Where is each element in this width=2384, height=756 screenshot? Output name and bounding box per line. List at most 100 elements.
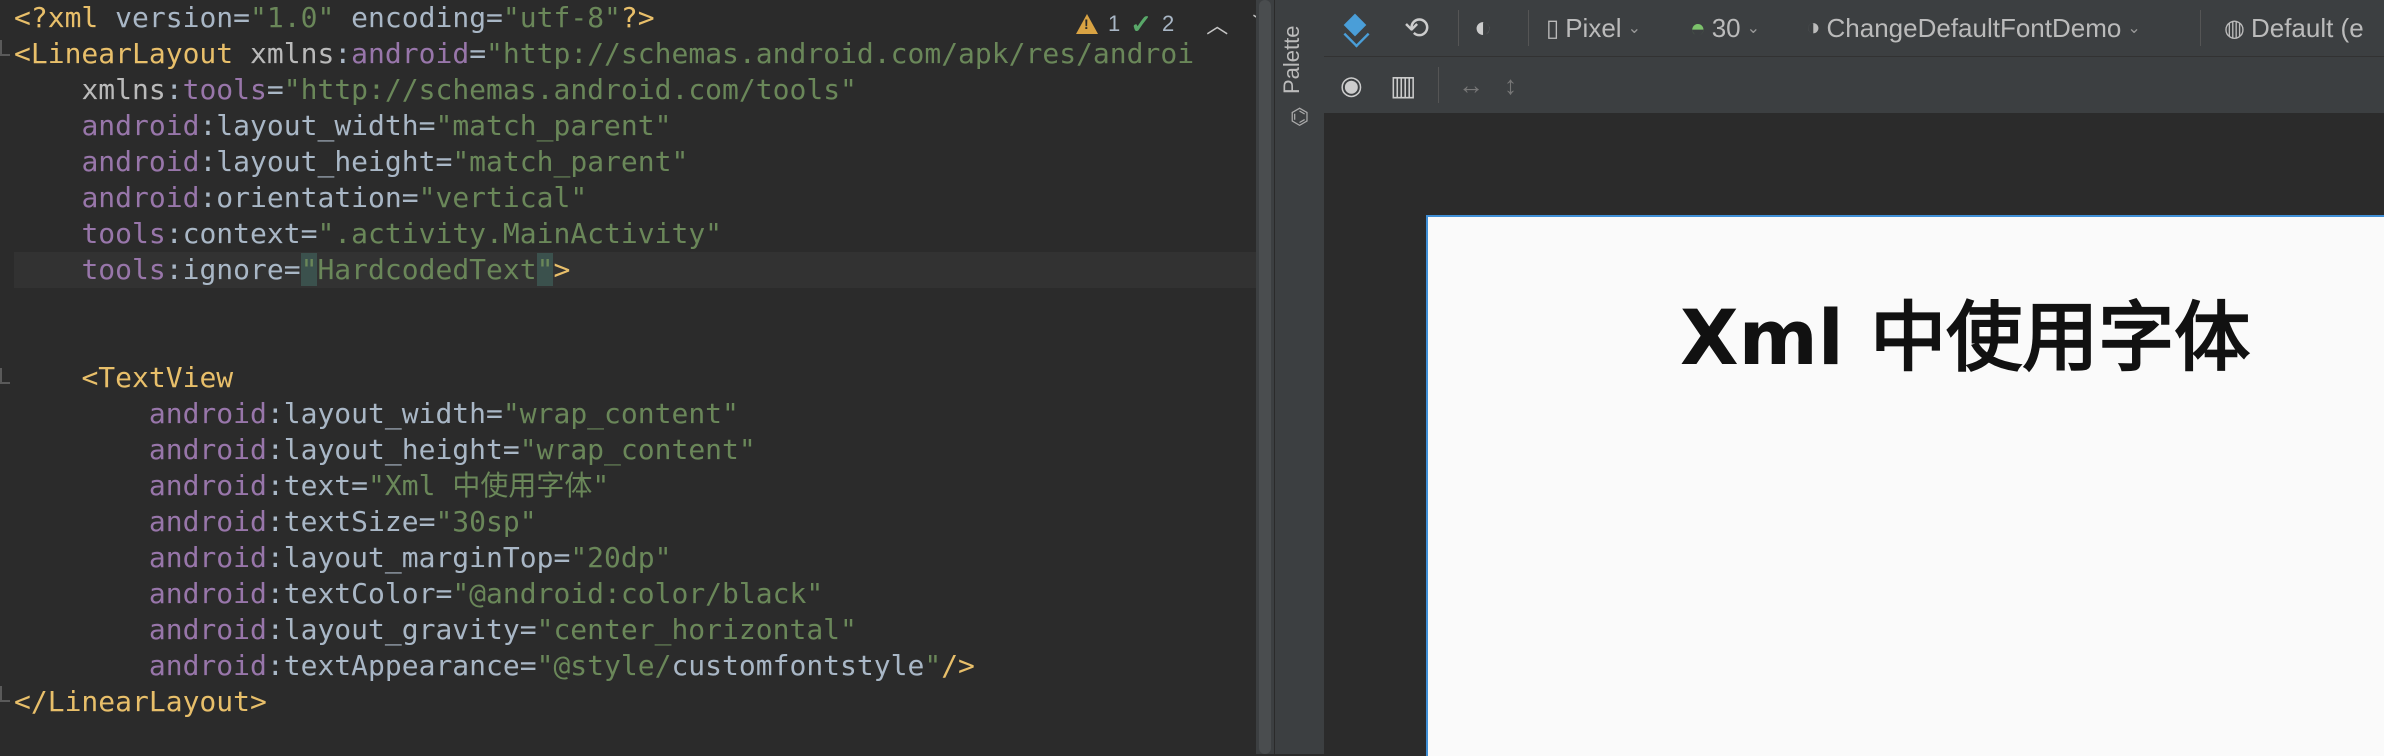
code-token: android bbox=[148, 505, 267, 538]
code-line[interactable]: android:textColor="@android:color/black" bbox=[14, 576, 1256, 612]
code-token: "20dp" bbox=[570, 541, 672, 574]
fold-marker[interactable] bbox=[0, 686, 10, 702]
inspection-widget[interactable]: 1 ✓ 2 ︿ ﹀ bbox=[1076, 6, 1274, 42]
fold-marker[interactable] bbox=[0, 368, 10, 384]
code-token: = bbox=[233, 1, 251, 34]
chevron-down-icon: ⌄ bbox=[1746, 20, 1761, 37]
android-icon: ◓ bbox=[1690, 12, 1706, 43]
code-token: "match_parent" bbox=[452, 145, 689, 178]
code-line[interactable]: <TextView bbox=[14, 360, 1256, 396]
resize-horizontal-button[interactable]: ↔ bbox=[1458, 57, 1484, 113]
theme-label: ChangeDefaultFontDemo bbox=[1826, 12, 2122, 43]
code-token: : bbox=[334, 37, 352, 70]
vertical-arrows-icon: ↕ bbox=[1504, 69, 1517, 100]
preview-textview[interactable]: Xml 中使用字体 bbox=[1680, 276, 2250, 386]
code-token: :context= bbox=[165, 217, 318, 250]
code-token: android bbox=[81, 109, 200, 142]
code-line[interactable]: tools:ignore="HardcodedText"> bbox=[14, 252, 1256, 288]
code-line[interactable]: android:layout_gravity="center_horizonta… bbox=[14, 612, 1256, 648]
code-line[interactable]: </LinearLayout> bbox=[14, 684, 1256, 720]
code-token: = bbox=[469, 37, 487, 70]
fold-marker[interactable] bbox=[0, 40, 10, 56]
palette-tab[interactable]: Palette bbox=[1279, 26, 1305, 95]
code-line[interactable]: android:layout_height="match_parent" bbox=[14, 144, 1256, 180]
code-line[interactable] bbox=[14, 324, 1256, 360]
code-token: > bbox=[553, 253, 571, 286]
code-token: android bbox=[351, 37, 470, 70]
phone-icon: ▯ bbox=[1546, 14, 1560, 42]
device-selector[interactable]: ▯ Pixel ⌄ bbox=[1546, 0, 1641, 56]
split-view-icon: ▥ bbox=[1390, 69, 1417, 101]
code-line[interactable] bbox=[14, 288, 1256, 324]
view-options-button[interactable]: ◉ bbox=[1340, 57, 1363, 113]
code-token: "@style/ bbox=[536, 649, 672, 682]
theme-selector[interactable]: ◑ ChangeDefaultFontDemo ⌄ bbox=[1806, 0, 2141, 56]
api-level-selector[interactable]: ◓ 30 ⌄ bbox=[1690, 0, 1760, 56]
code-line[interactable]: xmlns:tools="http://schemas.android.com/… bbox=[14, 72, 1256, 108]
code-token: "http://schemas.android.com/tools" bbox=[283, 73, 857, 106]
code-token: :layout_width= bbox=[266, 397, 503, 430]
code-token: android bbox=[148, 469, 267, 502]
locale-selector[interactable]: ◍ Default (e bbox=[2224, 0, 2364, 56]
theme-icon: ◑ bbox=[1806, 14, 1821, 41]
code-token: version bbox=[115, 1, 234, 34]
code-line[interactable]: android:layout_width="wrap_content" bbox=[14, 396, 1256, 432]
api-level-label: 30 bbox=[1711, 12, 1741, 43]
globe-icon: ◍ bbox=[2224, 14, 2245, 42]
code-line[interactable]: android:textSize="30sp" bbox=[14, 504, 1256, 540]
code-token: ".activity.MainActivity" bbox=[317, 217, 723, 250]
blueprint-toggle[interactable]: ▥ bbox=[1390, 57, 1416, 113]
night-mode-button[interactable]: ◐ bbox=[1474, 0, 1492, 56]
rotate-icon: ⟲ bbox=[1404, 11, 1430, 45]
eye-icon: ◉ bbox=[1340, 69, 1363, 100]
design-mode-button[interactable] bbox=[1340, 0, 1370, 56]
code-token: "@android:color/black" bbox=[452, 577, 824, 610]
code-line[interactable]: android:layout_height="wrap_content" bbox=[14, 432, 1256, 468]
code-token: android bbox=[148, 433, 267, 466]
code-token: " bbox=[536, 253, 554, 286]
code-editor[interactable]: <?xml version="1.0" encoding="utf-8"?> <L… bbox=[0, 0, 1256, 754]
orientation-button[interactable]: ⟲ bbox=[1404, 0, 1429, 56]
design-toolbar: ⟲ ◐ ▯ Pixel ⌄ ◓ 30 ⌄ ◑ ChangeDefaultFont… bbox=[1324, 0, 2384, 57]
code-line[interactable]: android:textAppearance="@style/customfon… bbox=[14, 648, 1256, 684]
code-token: " bbox=[300, 253, 318, 286]
code-token: xmlns bbox=[81, 73, 166, 106]
code-token: xmlns bbox=[250, 37, 335, 70]
chevron-up-icon[interactable]: ︿ bbox=[1206, 8, 1228, 40]
code-token: :layout_width= bbox=[199, 109, 436, 142]
code-token: tools bbox=[182, 73, 267, 106]
code-token: android bbox=[148, 649, 267, 682]
weak-warning-count: 2 bbox=[1162, 11, 1175, 36]
code-token: android bbox=[148, 541, 267, 574]
code-line[interactable]: android:orientation="vertical" bbox=[14, 180, 1256, 216]
code-token: /> bbox=[941, 649, 975, 682]
code-token: :textAppearance= bbox=[266, 649, 537, 682]
code-line[interactable]: <LinearLayout xmlns:android="http://sche… bbox=[14, 36, 1256, 72]
code-line[interactable]: android:text="Xml 中使用字体" bbox=[14, 468, 1256, 504]
code-line[interactable]: android:layout_marginTop="20dp" bbox=[14, 540, 1256, 576]
code-token: "Xml 中使用字体" bbox=[368, 469, 610, 502]
code-line[interactable]: <?xml version="1.0" encoding="utf-8"?> bbox=[14, 0, 1256, 36]
device-label: Pixel bbox=[1565, 12, 1622, 43]
resize-vertical-button[interactable]: ↕ bbox=[1504, 57, 1517, 113]
code-token: = bbox=[486, 1, 503, 34]
code-token: :layout_height= bbox=[266, 433, 520, 466]
locale-label: Default (e bbox=[2250, 12, 2364, 43]
palette-icon: ⌬ bbox=[1290, 104, 1310, 129]
editor-scrollbar-thumb[interactable] bbox=[1259, 0, 1271, 754]
code-line[interactable]: tools:context=".activity.MainActivity" bbox=[14, 216, 1256, 252]
chevron-down-icon: ⌄ bbox=[2127, 20, 2141, 37]
code-line[interactable]: android:layout_width="match_parent" bbox=[14, 108, 1256, 144]
code-token: :text= bbox=[266, 469, 369, 502]
code-token: :layout_gravity= bbox=[266, 613, 537, 646]
